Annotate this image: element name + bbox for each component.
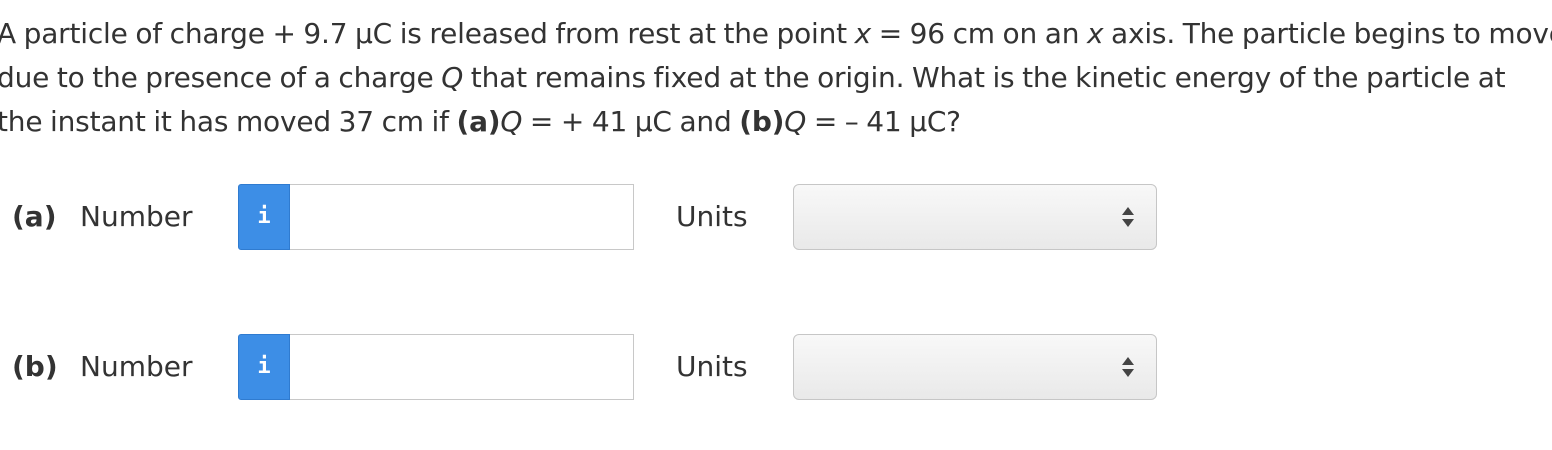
info-icon: i [257,354,271,379]
answer-row-b: (b) Number i Units [0,334,1552,400]
answer-row-a: (a) Number i Units [0,184,1552,250]
variable-x: x [854,17,872,50]
part-label: (b) [12,350,58,383]
question-text-segment: axis. The particle begins to move [1103,17,1552,50]
question-text-segment: = + 41 μC and [522,105,740,138]
question-text-segment: A particle of charge + 9.7 μC is release… [0,17,855,50]
question-text-segment: due to the presence of a charge [0,61,442,94]
question-text-segment: that remains fixed at the origin. What i… [463,61,1506,94]
variable-q: Q [441,61,464,94]
info-icon: i [257,204,271,229]
question-text: A particle of charge + 9.7 μC is release… [0,12,1552,144]
variable-q: Q [784,105,807,138]
variable-q: Q [500,105,523,138]
part-b-marker: (b) [739,105,785,138]
units-label: Units [676,350,748,383]
info-button[interactable]: i [238,184,290,250]
question-text-segment: = – 41 μC? [806,105,961,138]
number-label: Number [80,350,193,383]
part-label: (a) [12,200,57,233]
number-label: Number [80,200,193,233]
question-text-segment: = 96 cm on an [871,17,1087,50]
select-arrows-icon [1122,206,1134,230]
units-select-a[interactable] [793,184,1157,250]
question-text-segment: the instant it has moved 37 cm if [0,105,457,138]
select-arrows-icon [1122,356,1134,380]
info-button[interactable]: i [238,334,290,400]
variable-x: x [1086,17,1104,50]
question-line-3: the instant it has moved 37 cm if (a)Q =… [0,100,1549,144]
part-a-marker: (a) [456,105,501,138]
units-select-b[interactable] [793,334,1157,400]
question-line-2: due to the presence of a charge Q that r… [0,56,1549,100]
units-label: Units [676,200,748,233]
number-input-a[interactable] [290,184,634,250]
number-input-b[interactable] [290,334,634,400]
question-line-1: A particle of charge + 9.7 μC is release… [0,12,1552,56]
